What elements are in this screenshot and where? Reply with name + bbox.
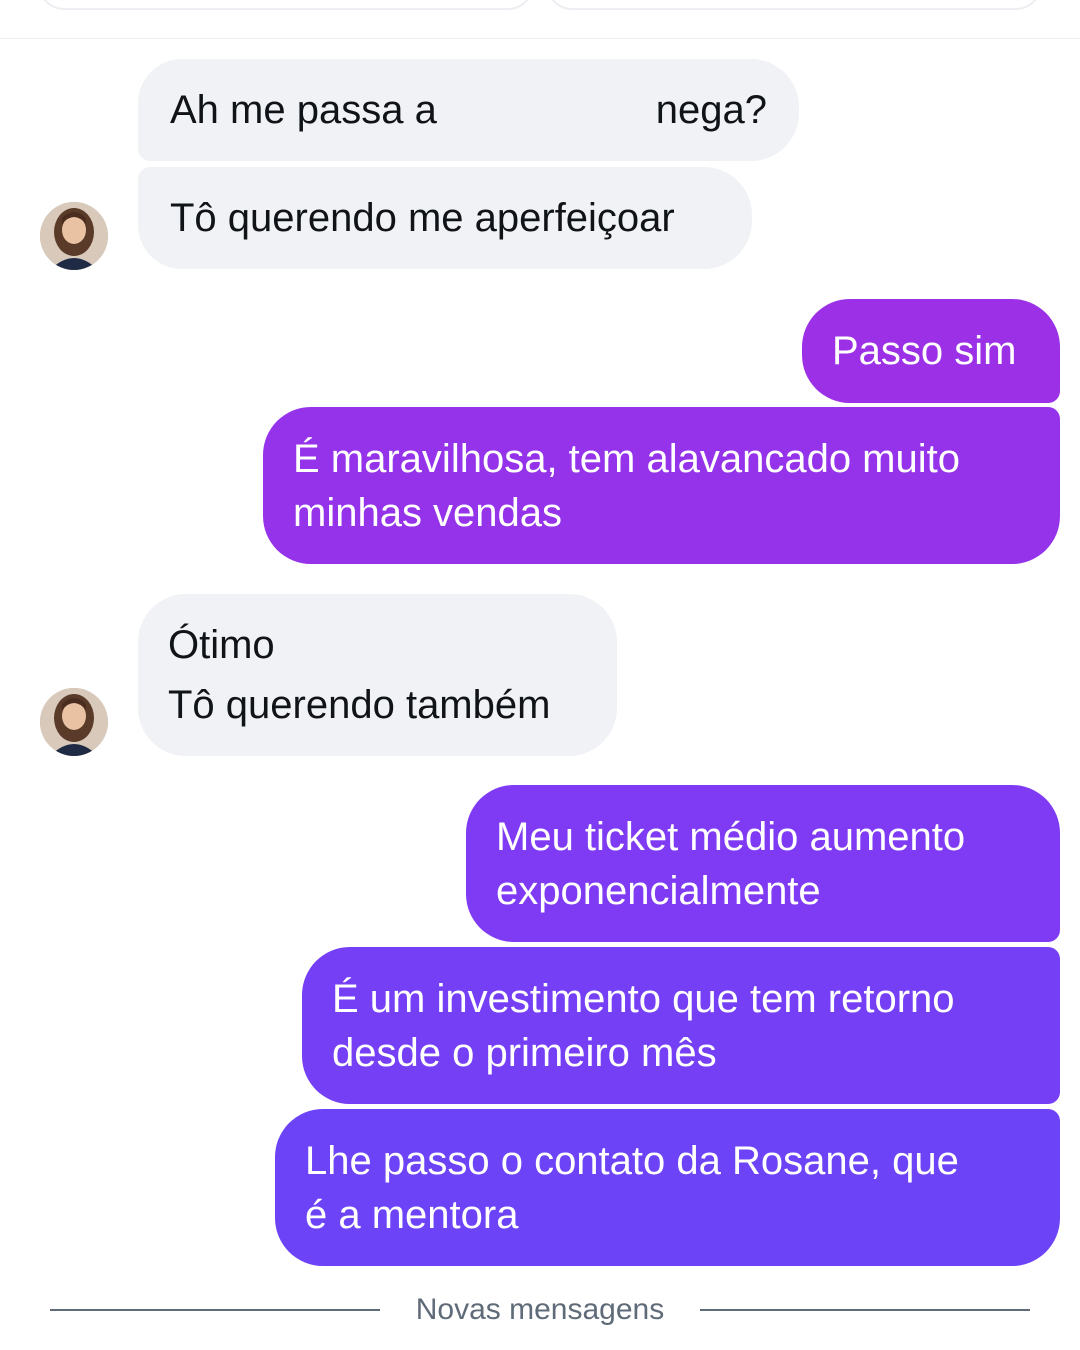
message-line: exponencialmente [496,869,821,913]
message-line: Meu ticket médio aumento [496,815,966,859]
user-avatar-photo-icon [40,688,108,756]
outgoing-message-bubble[interactable]: Meu ticket médio aumento exponencialment… [466,785,1060,942]
message-line: minhas vendas [293,491,563,535]
message-line: Lhe passo o contato da Rosane, que [305,1139,959,1183]
message-line: É um investimento que tem retorno [332,977,955,1021]
message-line: É maravilhosa, tem alavancado muito [293,437,960,481]
message-text-start: Ah me passa a [170,88,437,132]
new-messages-divider: Novas mensagens [50,1286,1030,1334]
user-avatar-photo-icon [40,202,108,270]
message-line: Ótimo [168,623,275,667]
incoming-message-bubble[interactable]: Tô querendo me aperfeiçoar [138,167,752,269]
divider-line-right [700,1309,1030,1311]
contact-avatar[interactable] [40,202,108,270]
top-button-right[interactable] [548,0,1040,8]
message-text: Passo sim [832,329,1017,373]
message-text: Tô querendo me aperfeiçoar [170,196,675,240]
top-button-left[interactable] [40,0,532,8]
incoming-message-bubble[interactable]: Ótimo Tô querendo também [138,594,617,756]
outgoing-message-bubble[interactable]: Lhe passo o contato da Rosane, que é a m… [275,1109,1060,1266]
incoming-message-bubble[interactable]: Ah me passa a nega? [138,59,799,161]
header-divider [0,38,1080,39]
message-line: é a mentora [305,1193,519,1237]
outgoing-message-bubble[interactable]: Passo sim [802,299,1060,403]
message-line: Tô querendo também [168,683,551,727]
message-text-end: nega? [655,88,767,132]
contact-avatar[interactable] [40,688,108,756]
message-line: desde o primeiro mês [332,1031,717,1075]
outgoing-message-bubble[interactable]: É um investimento que tem retorno desde … [302,947,1060,1104]
outgoing-message-bubble[interactable]: É maravilhosa, tem alavancado muito minh… [263,407,1060,564]
